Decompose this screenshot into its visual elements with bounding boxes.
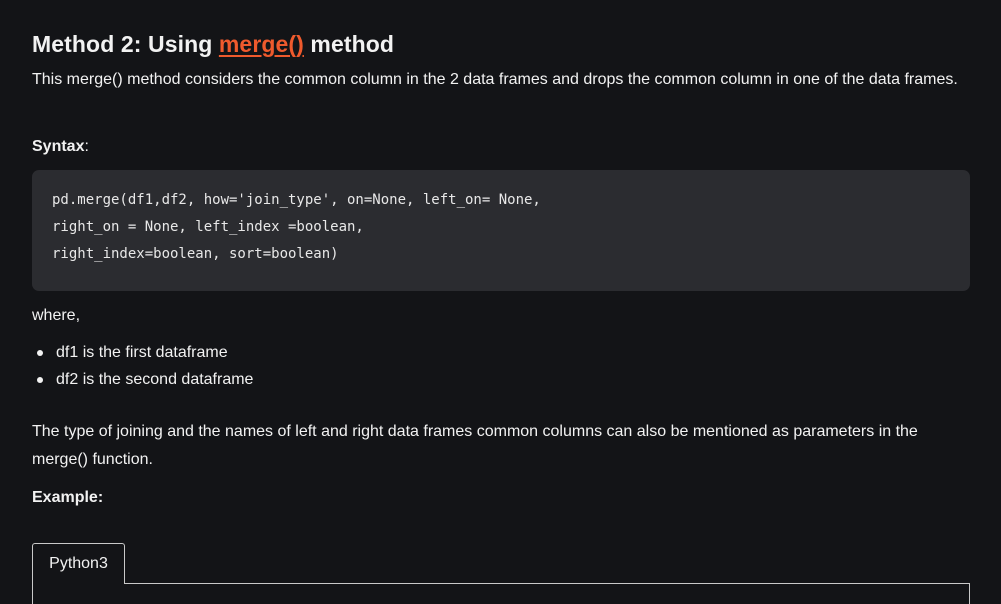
code-line: pd.merge(df1,df2, how='join_type', on=No… [52,192,541,208]
tab-python3[interactable]: Python3 [32,543,125,584]
parameter-list: df1 is the first dataframe df2 is the se… [32,339,253,393]
bullet-dot-icon [37,377,43,383]
syntax-label-text: Syntax [32,138,85,155]
code-line: right_on = None, left_index =boolean, [52,219,364,235]
heading-suffix: method [303,31,395,57]
merge-link[interactable]: merge() [219,31,304,57]
code-tab-bar: Python3 [32,543,970,604]
bullet-dot-icon [37,350,43,356]
section-heading: Method 2: Using merge() method [32,31,394,58]
syntax-code-block[interactable]: pd.merge(df1,df2, how='join_type', on=No… [32,170,970,291]
where-text: where, [32,307,81,324]
code-line: right_index=boolean, sort=boolean) [52,246,339,262]
joining-paragraph: The type of joining and the names of lef… [32,423,918,468]
syntax-colon: : [84,138,89,155]
syntax-label: Syntax: [32,133,89,161]
list-item: df1 is the first dataframe [32,339,253,366]
code-panel [32,584,970,604]
intro-paragraph: This merge() method considers the common… [32,71,958,88]
list-item-text: df1 is the first dataframe [56,344,228,361]
list-item: df2 is the second dataframe [32,366,253,393]
list-item-text: df2 is the second dataframe [56,371,254,388]
heading-prefix: Method 2: Using [32,31,219,57]
example-label: Example: [32,489,104,506]
